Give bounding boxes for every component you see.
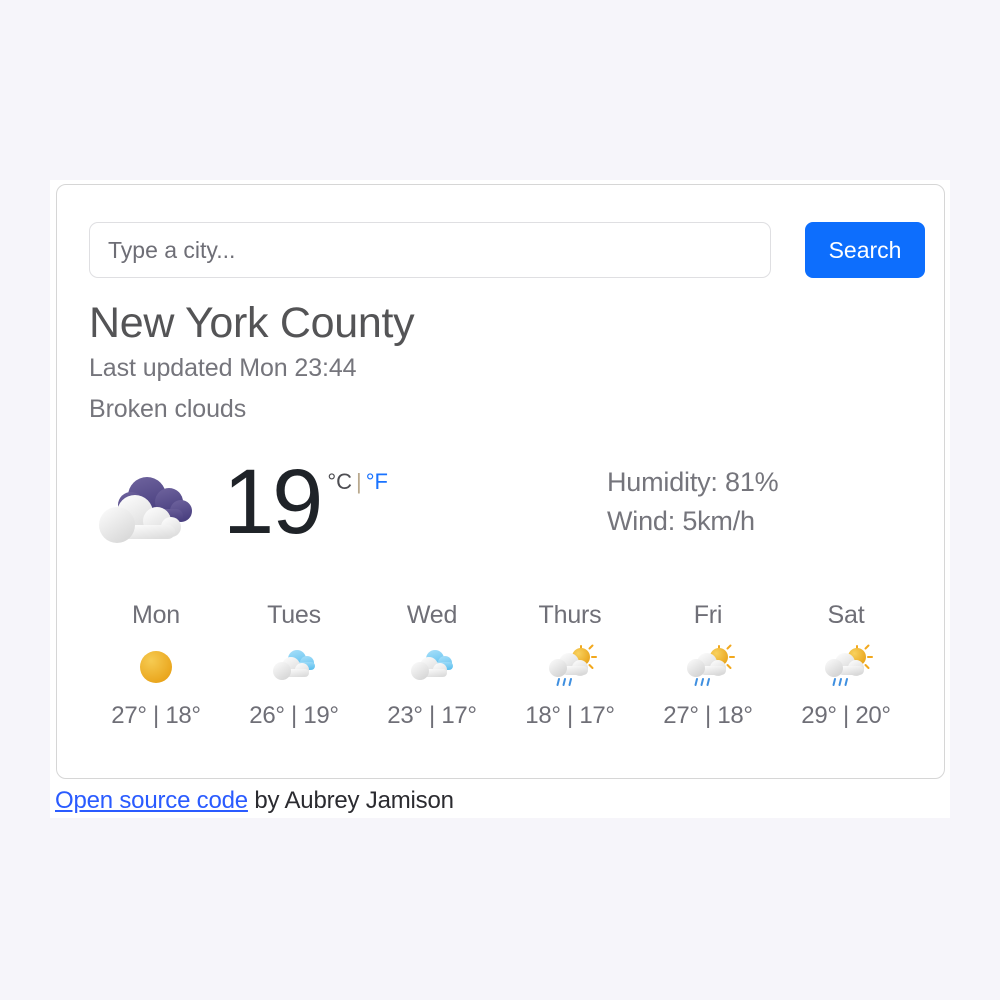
unit-celsius-label: °C [327, 469, 353, 494]
forecast-row: Mon 27° | 18° Tues 26° | 19° Wed 23° | 17° Thu… [87, 601, 915, 730]
last-updated-text: Last updated Mon 23:44 [89, 354, 357, 383]
forecast-day-label: Thurs [538, 601, 602, 629]
forecast-day-sat: Sat 29° | 20° [777, 601, 915, 730]
current-temperature-group: 19 °C | °F [89, 451, 519, 559]
footer: Open source code by Aubrey Jamison [55, 787, 454, 815]
weather-card: Search New York County Last updated Mon … [56, 184, 945, 779]
current-conditions-row: 19 °C | °F Humidity: 81% Wind: 5km/h [89, 451, 914, 567]
humidity-value: Humidity: 81% [607, 467, 779, 497]
sun-icon [140, 651, 172, 683]
city-name: New York County [89, 299, 415, 347]
temperature-display: 19 °C | °F [223, 451, 388, 553]
unit-fahrenheit-link[interactable]: °F [366, 469, 388, 494]
forecast-day-label: Tues [267, 601, 321, 629]
search-row: Search [89, 221, 925, 279]
broken-clouds-icon [99, 477, 192, 543]
forecast-day-temps: 27° | 18° [663, 702, 753, 729]
cloud-icon [273, 650, 315, 680]
sun-rain-cloud-icon [549, 644, 597, 686]
temperature-value: 19 [223, 451, 323, 553]
wind-value: Wind: 5km/h [607, 506, 755, 537]
condition-text: Broken clouds [89, 394, 247, 423]
forecast-day-label: Sat [827, 601, 865, 629]
unit-separator: | [356, 469, 362, 494]
forecast-day-temps: 26° | 19° [249, 702, 339, 729]
search-input[interactable] [89, 222, 771, 278]
unit-toggle: °C | °F [327, 469, 388, 495]
location-block: New York County Last updated Mon 23:44 B… [89, 299, 789, 430]
forecast-day-label: Fri [693, 601, 723, 629]
sun-rain-cloud-icon [825, 644, 873, 686]
cloud-icon [411, 650, 453, 680]
forecast-day-wed: Wed 23° | 17° [363, 601, 501, 730]
footer-attribution: by Aubrey Jamison [247, 787, 454, 814]
forecast-day-tues: Tues 26° | 19° [225, 601, 363, 730]
forecast-day-temps: 18° | 17° [525, 702, 615, 729]
forecast-day-temps: 23° | 17° [387, 702, 477, 729]
open-source-code-link[interactable]: Open source code [55, 787, 248, 814]
forecast-day-thurs: Thurs 18° | 17° [501, 601, 639, 730]
sun-rain-cloud-icon [687, 644, 735, 686]
forecast-day-mon: Mon 27° | 18° [87, 601, 225, 730]
forecast-day-label: Wed [406, 601, 458, 629]
forecast-day-temps: 27° | 18° [111, 702, 201, 729]
forecast-day-temps: 29° | 20° [801, 702, 891, 729]
search-button[interactable]: Search [805, 222, 925, 278]
forecast-day-fri: Fri 27° | 18° [639, 601, 777, 730]
current-details: Humidity: 81% Wind: 5km/h [607, 463, 779, 542]
forecast-day-label: Mon [131, 601, 181, 629]
